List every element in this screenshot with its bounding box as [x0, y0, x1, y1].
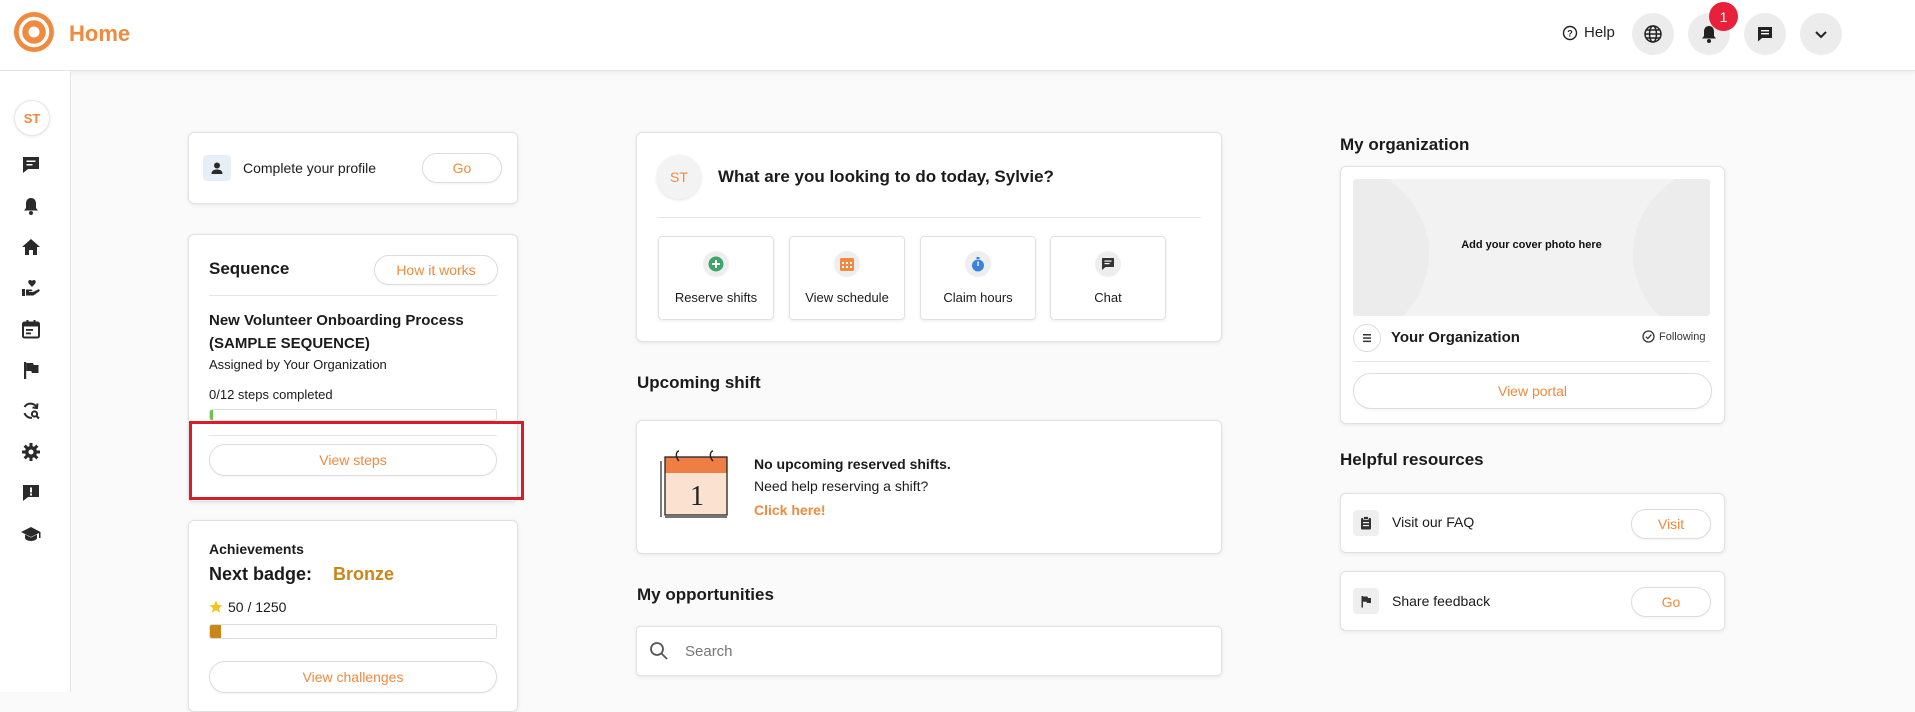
- chat-icon: [1755, 24, 1775, 44]
- calendar-grid-icon: [834, 251, 860, 277]
- star-icon: [209, 600, 223, 614]
- sidebar-home-icon[interactable]: [20, 236, 42, 258]
- person-icon: [203, 155, 231, 181]
- badge-name: Bronze: [333, 564, 395, 584]
- faq-label: Visit our FAQ: [1392, 514, 1475, 530]
- my-organization-title: My organization: [1340, 135, 1470, 154]
- helpful-resources-title: Helpful resources: [1340, 450, 1484, 469]
- clipboard-icon: [1353, 510, 1379, 536]
- chevron-down-icon: [1813, 26, 1829, 42]
- highlight-box: [189, 421, 524, 500]
- sequence-name-line1: New Volunteer Onboarding Process: [209, 312, 464, 329]
- logo-icon[interactable]: [13, 11, 55, 53]
- cover-photo-area[interactable]: Add your cover photo here: [1353, 179, 1710, 316]
- notification-badge: 1: [1709, 2, 1738, 31]
- search-icon: [649, 641, 669, 661]
- help-icon: ?: [1562, 25, 1578, 41]
- calendar-day-number: 1: [690, 481, 704, 512]
- steps-progress-bar: [209, 409, 497, 421]
- steps-progress-fill: [210, 410, 213, 420]
- my-opportunities-title: My opportunities: [637, 585, 774, 604]
- chat-icon: [1095, 251, 1121, 277]
- globe-icon: [1643, 24, 1663, 44]
- sidebar-volunteer-hand-icon[interactable]: [20, 277, 42, 299]
- divider: [209, 295, 497, 296]
- help-label: Help: [1584, 24, 1615, 41]
- help-button[interactable]: ? Help: [1562, 24, 1615, 41]
- chat-tile[interactable]: Chat: [1050, 236, 1166, 320]
- page-title: Home: [69, 21, 131, 46]
- sequence-title: Sequence: [209, 259, 290, 278]
- achievements-card: Achievements Next badge: Bronze 50 / 125…: [188, 520, 518, 712]
- claim-hours-tile[interactable]: Claim hours: [920, 236, 1036, 320]
- steps-progress-label: 0/12 steps completed: [209, 387, 333, 402]
- next-badge-label: Next badge:: [209, 564, 313, 584]
- need-help-label: Need help reserving a shift?: [754, 478, 929, 494]
- complete-profile-label: Complete your profile: [243, 160, 377, 176]
- top-bar: Home ? Help 1: [0, 0, 1915, 71]
- sidebar-calendar-icon[interactable]: [20, 318, 42, 340]
- divider: [657, 217, 1201, 218]
- org-logo-icon: [1353, 324, 1381, 352]
- plus-circle-icon: [703, 251, 729, 277]
- following-label: Following: [1659, 330, 1706, 343]
- following-button[interactable]: Following: [1642, 330, 1705, 343]
- complete-profile-card: Complete your profile Go: [188, 132, 518, 204]
- feedback-go-button[interactable]: Go: [1631, 587, 1711, 617]
- upcoming-shift-card: 1 No upcoming reserved shifts. Need help…: [636, 420, 1222, 554]
- organization-name: Your Organization: [1391, 329, 1520, 346]
- flag-icon: [1353, 588, 1379, 614]
- reserve-shifts-tile[interactable]: Reserve shifts: [658, 236, 774, 320]
- account-menu-button[interactable]: [1800, 13, 1842, 55]
- language-button[interactable]: [1632, 13, 1674, 55]
- feedback-card: Share feedback Go: [1340, 571, 1725, 631]
- welcome-question: What are you looking to do today, Sylvie…: [718, 167, 1054, 186]
- stopwatch-icon: [965, 251, 991, 277]
- sidebar-refresh-search-icon[interactable]: [20, 400, 42, 422]
- view-schedule-tile[interactable]: View schedule: [789, 236, 905, 320]
- sidebar-chat-icon[interactable]: [20, 154, 42, 176]
- reserve-shifts-label: Reserve shifts: [674, 290, 758, 305]
- calendar-illustration-icon: 1: [659, 445, 733, 519]
- chat-label: Chat: [1094, 290, 1122, 305]
- click-here-link[interactable]: Click here!: [754, 502, 826, 518]
- view-schedule-label: View schedule: [805, 290, 889, 305]
- svg-text:?: ?: [1567, 28, 1573, 38]
- sequence-name-line2: (SAMPLE SEQUENCE): [209, 335, 370, 352]
- points-progress-fill: [210, 625, 222, 638]
- opportunities-search-box: [636, 626, 1222, 676]
- points-progress-bar: [209, 624, 497, 639]
- sidebar-flag-icon[interactable]: [20, 359, 42, 381]
- faq-card: Visit our FAQ Visit: [1340, 493, 1725, 553]
- sidebar-gear-icon[interactable]: [20, 441, 42, 463]
- sidebar-graduation-cap-icon[interactable]: [20, 523, 42, 545]
- claim-hours-label: Claim hours: [943, 290, 1013, 305]
- user-avatar: ST: [657, 155, 701, 199]
- upcoming-shift-title: Upcoming shift: [637, 373, 761, 392]
- no-shifts-label: No upcoming reserved shifts.: [754, 456, 951, 472]
- view-portal-button[interactable]: View portal: [1353, 373, 1712, 409]
- achievements-title: Achievements: [209, 541, 304, 557]
- divider: [1353, 361, 1710, 362]
- organization-card: Add your cover photo here Your Organizat…: [1340, 166, 1725, 424]
- how-it-works-button[interactable]: How it works: [374, 255, 498, 285]
- check-circle-icon: [1642, 330, 1655, 343]
- messages-button[interactable]: [1744, 13, 1786, 55]
- profile-go-button[interactable]: Go: [422, 153, 502, 183]
- sidebar-bell-icon[interactable]: [20, 195, 42, 217]
- view-challenges-button[interactable]: View challenges: [209, 661, 497, 693]
- sidebar-avatar[interactable]: ST: [14, 100, 50, 136]
- assigned-by-label: Assigned by Your Organization: [209, 357, 387, 372]
- sidebar-feedback-icon[interactable]: [20, 482, 42, 504]
- cover-photo-prompt: Add your cover photo here: [1461, 239, 1602, 251]
- visit-faq-button[interactable]: Visit: [1631, 509, 1711, 539]
- search-input[interactable]: [683, 637, 1207, 665]
- feedback-label: Share feedback: [1392, 593, 1491, 609]
- points-label: 50 / 1250: [228, 599, 287, 615]
